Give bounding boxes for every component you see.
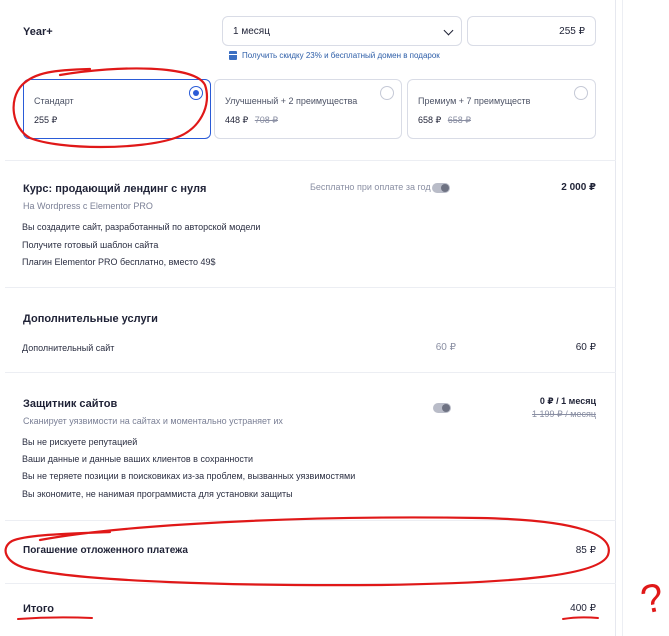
extra-service-label: Дополнительный сайт bbox=[22, 343, 115, 353]
plan-price: 255 ₽ bbox=[34, 115, 58, 125]
course-price: 2 000 ₽ bbox=[561, 182, 596, 193]
list-item: Вы не теряете позиции в поисковиках из-з… bbox=[22, 471, 356, 481]
list-item: Вы не рискуете репутацией bbox=[22, 437, 138, 447]
plan-card-premium[interactable]: Премиум + 7 преимуществ 658 ₽ 658 ₽ bbox=[407, 79, 596, 139]
course-title: Курс: продающий лендинг с нуля bbox=[23, 183, 207, 195]
plan-price: 448 ₽ bbox=[225, 115, 249, 125]
plan-price-row: 658 ₽ 658 ₽ bbox=[418, 115, 471, 126]
period-price-field: 255 ₽ bbox=[467, 16, 596, 46]
plan-price: 658 ₽ bbox=[418, 115, 442, 125]
total-amount: 400 ₽ bbox=[570, 603, 596, 614]
plan-old-price: 708 ₽ bbox=[254, 115, 279, 125]
plan-name: Стандарт bbox=[34, 96, 74, 106]
list-item: Вы создадите сайт, разработанный по авто… bbox=[22, 222, 261, 232]
plan-card-standard[interactable]: Стандарт 255 ₽ bbox=[23, 79, 211, 139]
plan-name: Улучшенный + 2 преимущества bbox=[225, 96, 358, 106]
plan-price-row: 448 ₽ 708 ₽ bbox=[225, 115, 278, 126]
extra-service-unit-price: 60 ₽ bbox=[435, 342, 456, 353]
promo-link[interactable]: Получить скидку 23% и бесплатный домен в… bbox=[229, 51, 440, 60]
plan-old-price: 658 ₽ bbox=[447, 115, 472, 125]
plan-radio[interactable] bbox=[574, 86, 588, 100]
protector-old-price: 1 199 ₽ / месяц bbox=[532, 409, 596, 419]
period-select-value: 1 месяц bbox=[233, 26, 270, 37]
deferred-payment-amount: 85 ₽ bbox=[575, 545, 596, 556]
protector-title: Защитник сайтов bbox=[23, 398, 118, 410]
annotation-question-mark: ? bbox=[637, 575, 668, 623]
promo-text: Получить скидку 23% и бесплатный домен в… bbox=[242, 51, 440, 60]
course-subtitle: На Wordpress с Elementor PRO bbox=[23, 201, 153, 211]
section-divider bbox=[5, 520, 616, 521]
protector-price: 0 ₽ / 1 месяц bbox=[539, 396, 596, 406]
plan-card-improved[interactable]: Улучшенный + 2 преимущества 448 ₽ 708 ₽ bbox=[214, 79, 402, 139]
extra-service-total: 60 ₽ bbox=[575, 342, 596, 353]
plan-radio[interactable] bbox=[380, 86, 394, 100]
deferred-payment-label: Погашение отложенного платежа bbox=[23, 545, 188, 556]
plan-name: Премиум + 7 преимуществ bbox=[418, 96, 531, 106]
section-divider bbox=[5, 583, 616, 584]
plan-radio-selected[interactable] bbox=[189, 86, 203, 100]
protector-toggle[interactable] bbox=[433, 403, 451, 413]
list-item: Вы экономите, не нанимая программиста дл… bbox=[22, 489, 293, 499]
list-item: Ваши данные и данные ваших клиентов в со… bbox=[22, 454, 254, 464]
panel-edge-divider bbox=[622, 0, 623, 636]
extra-services-title: Дополнительные услуги bbox=[23, 313, 158, 325]
total-label: Итого bbox=[23, 603, 55, 615]
section-divider bbox=[5, 160, 616, 161]
gift-icon bbox=[229, 51, 237, 60]
list-item: Плагин Elementor PRO бесплатно, вместо 4… bbox=[22, 257, 216, 267]
list-item: Получите готовый шаблон сайта bbox=[22, 240, 159, 250]
chevron-down-icon bbox=[443, 25, 454, 36]
section-divider bbox=[5, 372, 616, 373]
product-title: Year+ bbox=[23, 26, 53, 38]
section-divider bbox=[5, 287, 616, 288]
period-select[interactable]: 1 месяц bbox=[222, 16, 462, 46]
protector-subtitle: Сканирует уязвимости на сайтах и момента… bbox=[23, 416, 283, 426]
course-toggle[interactable] bbox=[432, 183, 450, 193]
period-price-value: 255 ₽ bbox=[559, 26, 585, 37]
course-toggle-label: Бесплатно при оплате за год bbox=[310, 182, 431, 192]
